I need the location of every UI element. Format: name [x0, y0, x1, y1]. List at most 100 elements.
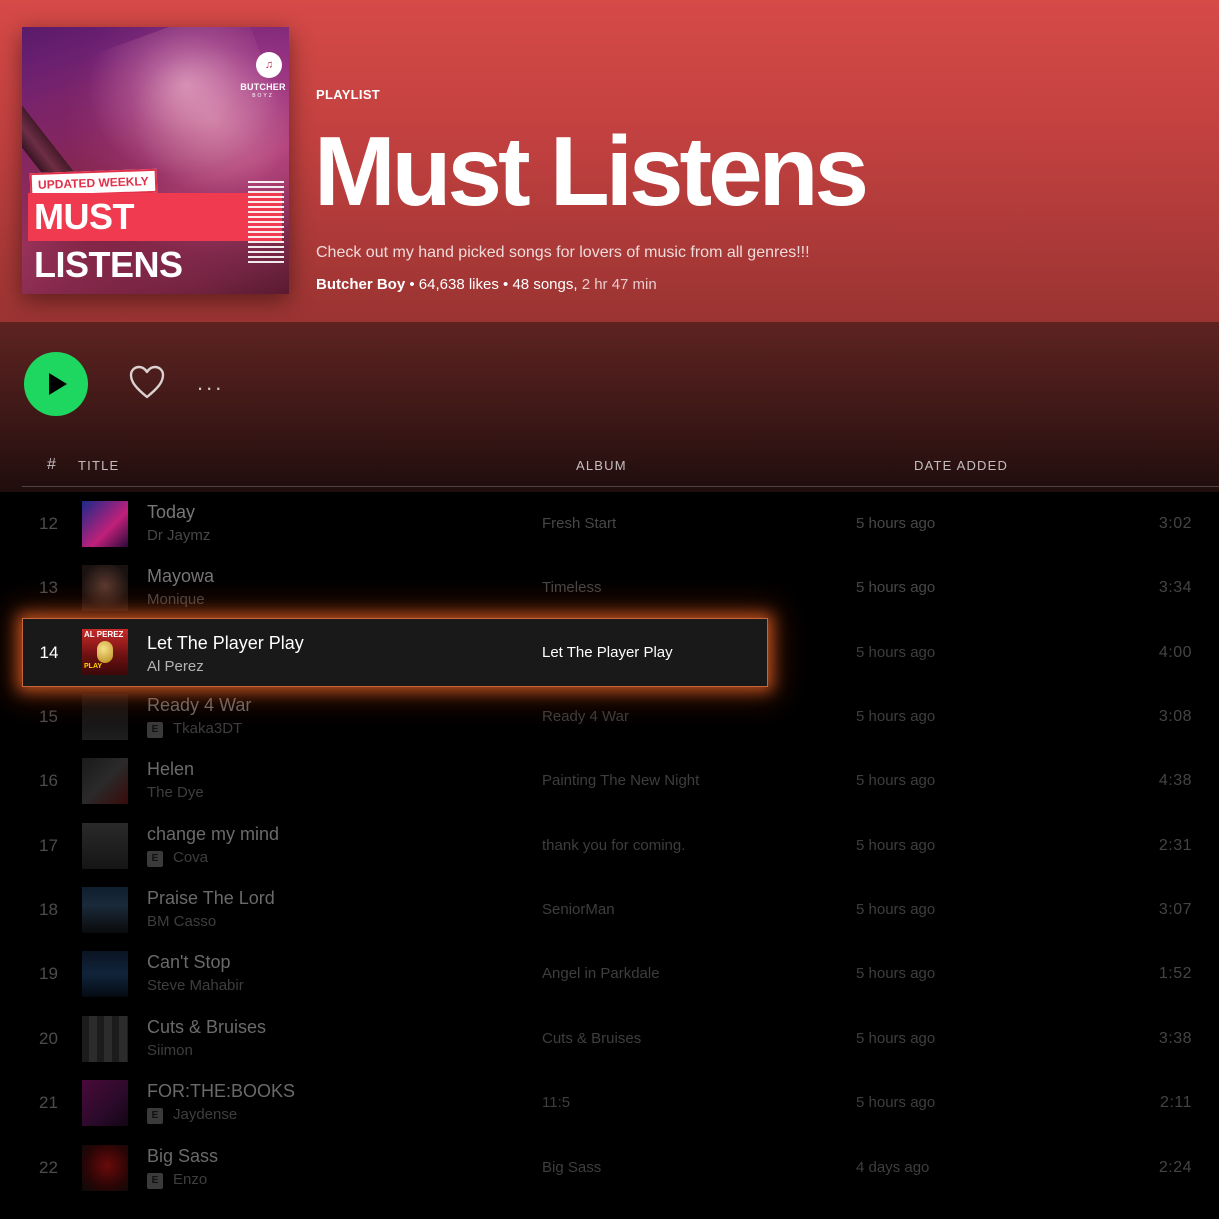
track-date-added: 5 hours ago: [856, 1030, 936, 1047]
track-row[interactable]: 17 change my mind E Cova thank you for co…: [22, 814, 1219, 878]
track-cover: [82, 565, 128, 611]
track-album[interactable]: SeniorMan: [542, 878, 615, 942]
track-title[interactable]: FOR:THE:BOOKS: [147, 1081, 295, 1102]
track-cover: [82, 887, 128, 933]
page-title: Must Listens: [314, 116, 869, 226]
track-album[interactable]: thank you for coming.: [542, 814, 685, 878]
column-header-number: #: [47, 456, 56, 473]
track-cover: [82, 501, 128, 547]
track-date-added: 5 hours ago: [856, 1094, 936, 1111]
meta-separator: •: [409, 276, 415, 293]
track-artist[interactable]: Dr Jaymz: [147, 527, 210, 544]
track-number: 15: [39, 707, 58, 726]
track-artist[interactable]: The Dye: [147, 784, 204, 801]
track-row-selected[interactable]: 14 AL PEREZ PLAY Let The Player Play Al …: [22, 618, 768, 687]
track-row[interactable]: 19 Can't Stop Steve Mahabir Angel in Par…: [22, 942, 1219, 1006]
track-date-added: 5 hours ago: [856, 579, 936, 596]
track-date-added: 4 days ago: [856, 1159, 930, 1176]
track-cover: [82, 823, 128, 869]
track-album[interactable]: 11:5: [542, 1071, 570, 1135]
track-row[interactable]: 16 Helen The Dye Painting The New Night …: [22, 749, 1219, 813]
track-duration: 1:52: [1158, 965, 1192, 982]
play-button[interactable]: [24, 352, 88, 416]
track-title[interactable]: Let The Player Play: [147, 633, 304, 654]
track-artist[interactable]: Monique: [147, 591, 205, 608]
track-album[interactable]: Timeless: [542, 556, 601, 620]
track-artist[interactable]: Siimon: [147, 1042, 193, 1059]
meta-separator: •: [503, 276, 509, 293]
explicit-badge: E: [147, 1173, 163, 1189]
column-header-title[interactable]: TITLE: [78, 458, 119, 473]
playlist-description: Check out my hand picked songs for lover…: [316, 244, 810, 261]
track-duration: 3:34: [1158, 579, 1192, 596]
track-title[interactable]: Big Sass: [147, 1146, 218, 1167]
track-cover: AL PEREZ PLAY: [82, 629, 128, 675]
track-row[interactable]: 20 Cuts & Bruises Siimon Cuts & Bruises …: [22, 1007, 1219, 1071]
explicit-badge: E: [147, 722, 163, 738]
track-row[interactable]: 13 Mayowa Monique Timeless 5 hours ago 3…: [22, 556, 1219, 620]
playlist-cover-art[interactable]: ♫ BUTCHER BOYZ UPDATED WEEKLY MUST LISTE…: [22, 27, 289, 294]
more-options-button[interactable]: ...: [197, 372, 233, 394]
track-artist[interactable]: E Tkaka3DT: [147, 720, 242, 738]
cover-logo-icon: ♫: [256, 52, 282, 78]
track-artist[interactable]: BM Casso: [147, 913, 216, 930]
track-artist[interactable]: Al Perez: [147, 658, 204, 675]
explicit-badge: E: [147, 1108, 163, 1124]
cover-headline: MUST LISTENS: [28, 193, 282, 285]
track-number: 21: [39, 1093, 58, 1112]
track-album[interactable]: Let The Player Play: [542, 619, 673, 686]
track-artist[interactable]: E Jaydense: [147, 1106, 237, 1124]
column-header-date-added[interactable]: DATE ADDED: [914, 458, 1008, 473]
track-number: 17: [39, 836, 58, 855]
track-duration: 4:38: [1158, 772, 1192, 789]
track-artist[interactable]: Steve Mahabir: [147, 977, 244, 994]
track-duration: 3:02: [1158, 515, 1192, 532]
track-artist[interactable]: E Enzo: [147, 1171, 207, 1189]
track-title[interactable]: Mayowa: [147, 566, 214, 587]
track-title[interactable]: Can't Stop: [147, 952, 231, 973]
track-row[interactable]: 18 Praise The Lord BM Casso SeniorMan 5 …: [22, 878, 1219, 942]
track-number: 20: [39, 1029, 58, 1048]
track-number: 13: [39, 578, 58, 597]
track-album[interactable]: Angel in Parkdale: [542, 942, 660, 1006]
track-album[interactable]: Big Sass: [542, 1136, 601, 1200]
track-title[interactable]: Praise The Lord: [147, 888, 275, 909]
total-duration: 2 hr 47 min: [581, 276, 657, 293]
type-label: PLAYLIST: [316, 87, 381, 102]
track-number: 19: [39, 964, 58, 983]
track-title[interactable]: Ready 4 War: [147, 695, 251, 716]
owner-link[interactable]: Butcher Boy: [316, 276, 405, 293]
microphone-icon: [97, 641, 113, 663]
cover-text: AL PEREZ: [84, 630, 124, 639]
track-artist[interactable]: E Cova: [147, 849, 208, 867]
column-header-album[interactable]: ALBUM: [576, 458, 627, 473]
track-date-added: 5 hours ago: [856, 965, 936, 982]
track-row[interactable]: 21 FOR:THE:BOOKS E Jaydense 11:5 5 hours …: [22, 1071, 1219, 1135]
more-icon: ...: [197, 370, 225, 395]
track-cover: [82, 1016, 128, 1062]
explicit-badge: E: [147, 851, 163, 867]
track-duration: 2:11: [1160, 1094, 1192, 1111]
song-count: 48 songs,: [512, 276, 578, 293]
track-album[interactable]: Fresh Start: [542, 492, 616, 556]
track-number: 12: [39, 514, 58, 533]
track-title[interactable]: Cuts & Bruises: [147, 1017, 266, 1038]
track-album[interactable]: Cuts & Bruises: [542, 1007, 641, 1071]
play-icon: [49, 373, 67, 395]
track-album[interactable]: Ready 4 War: [542, 685, 629, 749]
cover-brand: BUTCHER: [240, 82, 286, 92]
track-date-added: 5 hours ago: [856, 515, 936, 532]
track-album[interactable]: Painting The New Night: [542, 749, 699, 813]
track-cover: [82, 1145, 128, 1191]
track-title[interactable]: Helen: [147, 759, 194, 780]
playlist-header: ♫ BUTCHER BOYZ UPDATED WEEKLY MUST LISTE…: [0, 0, 1219, 322]
like-button[interactable]: [128, 364, 166, 400]
track-row[interactable]: 22 Big Sass E Enzo Big Sass 4 days ago 2:…: [22, 1136, 1219, 1200]
track-number: 16: [39, 771, 58, 790]
track-title[interactable]: Today: [147, 502, 195, 523]
track-row[interactable]: 15 Ready 4 War E Tkaka3DT Ready 4 War 5 h…: [22, 685, 1219, 749]
track-title[interactable]: change my mind: [147, 824, 279, 845]
header-divider: [22, 486, 1219, 487]
track-cover: [82, 758, 128, 804]
track-row[interactable]: 12 Today Dr Jaymz Fresh Start 5 hours ag…: [22, 492, 1219, 556]
